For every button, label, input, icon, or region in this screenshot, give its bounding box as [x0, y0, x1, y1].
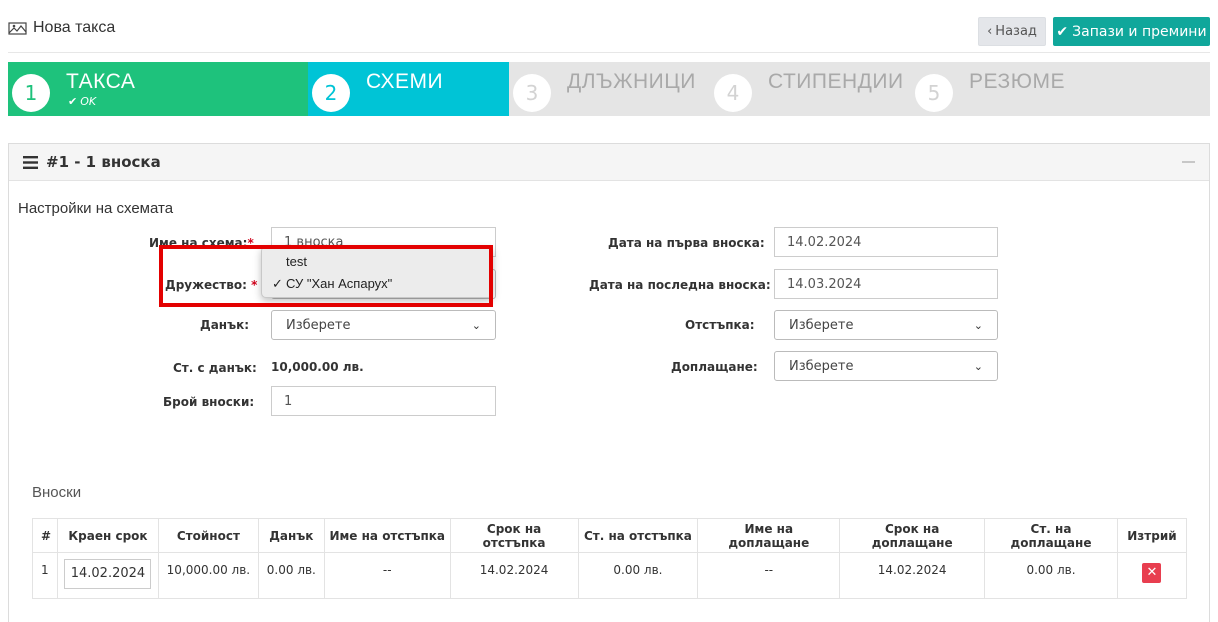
tax-cell: 0.00 лв. — [257, 552, 325, 599]
check-icon: ✔ — [1056, 23, 1069, 40]
surcharge-name-cell: -- — [697, 552, 841, 599]
discount-value-cell: 0.00 лв. — [577, 552, 699, 599]
panel-title: #1 - 1 вноска — [46, 153, 161, 171]
wizard-step-shemi[interactable]: 2 СХЕМИ — [308, 62, 509, 116]
page-title: Нова такса — [8, 19, 115, 37]
step-label: СХЕМИ — [366, 70, 444, 93]
discount-date-cell: 14.02.2024 — [449, 552, 579, 599]
step-number: 1 — [12, 74, 50, 112]
step-number: 5 — [915, 74, 953, 112]
surcharge-date-cell: 14.02.2024 — [839, 552, 986, 599]
wizard-step-rezyume[interactable]: 5 РЕЗЮМЕ — [911, 62, 1112, 116]
label-text: Брой вноски: — [163, 395, 255, 409]
label-text: Дата на последна вноска: — [589, 278, 771, 292]
image-icon — [8, 22, 27, 35]
step-label: ТАКСА — [66, 70, 136, 93]
step-number: 3 — [513, 74, 551, 112]
input-value: 1 — [284, 393, 293, 409]
installments-count-input[interactable]: 1 — [271, 386, 496, 416]
delete-icon[interactable]: ✕ — [1142, 563, 1162, 583]
value-cell: 10,000.00 лв. — [157, 552, 259, 599]
panel-header[interactable]: #1 - 1 вноска — [9, 144, 1209, 181]
deadline-input[interactable]: 14.02.2024 — [64, 559, 152, 589]
step-number: 4 — [714, 74, 752, 112]
price-with-tax-value: 10,000.00 лв. — [271, 360, 364, 374]
col-header: Срок на доплащане — [839, 518, 986, 553]
wizard-step-dlazhnici[interactable]: 3 ДЛЪЖНИЦИ — [509, 62, 710, 116]
installments-title: Вноски — [32, 484, 82, 501]
select-value: Изберете — [789, 358, 854, 374]
collapse-icon[interactable] — [1182, 161, 1195, 163]
divider — [8, 52, 1210, 53]
save-button-label: Запази и премини — [1072, 23, 1207, 40]
wizard-step-stipendii[interactable]: 4 СТИПЕНДИИ — [710, 62, 911, 116]
step-status-text: OK — [80, 95, 97, 108]
deadline-cell: 14.02.2024 — [56, 552, 159, 599]
discount-label: Отстъпка: — [685, 318, 755, 332]
highlight-annotation — [159, 245, 493, 307]
table-row: 1 14.02.2024 10,000.00 лв. 0.00 лв. -- 1… — [32, 552, 1188, 599]
chevron-left-icon: ‹ — [987, 24, 993, 39]
last-date-input[interactable]: 14.03.2024 — [774, 269, 998, 299]
label-text: Доплащане: — [671, 360, 758, 374]
col-header: Изтрий — [1116, 518, 1188, 553]
step-label: РЕЗЮМЕ — [969, 70, 1065, 93]
back-button[interactable]: ‹ Назад — [978, 17, 1046, 46]
check-icon: ✔ — [68, 95, 78, 108]
input-value: 14.02.2024 — [787, 234, 862, 250]
select-value: Изберете — [789, 317, 854, 333]
surcharge-value-cell: 0.00 лв. — [984, 552, 1118, 599]
col-header: Данък — [257, 518, 325, 553]
col-header: Ст. на отстъпка — [577, 518, 699, 553]
chevron-down-icon: ⌄ — [471, 318, 481, 332]
chevron-down-icon: ⌄ — [973, 359, 983, 373]
wizard-step-taksa[interactable]: 1 ТАКСА ✔ OK — [8, 62, 308, 116]
input-value: 14.03.2024 — [787, 276, 862, 292]
delete-cell: ✕ — [1116, 552, 1188, 599]
label-text: Ст. с данък: — [173, 361, 257, 375]
row-number: 1 — [32, 552, 58, 599]
label-text: Дата на първа вноска: — [608, 236, 765, 250]
discount-select[interactable]: Изберете ⌄ — [774, 310, 998, 340]
col-header: # — [32, 518, 58, 553]
last-date-label: Дата на последна вноска: — [589, 278, 771, 292]
label-text: Отстъпка: — [685, 318, 755, 332]
col-header: Срок на отстъпка — [449, 518, 579, 553]
select-value: Изберете — [286, 317, 351, 333]
step-label: ДЛЪЖНИЦИ — [567, 70, 696, 93]
back-button-label: Назад — [995, 24, 1037, 39]
page-title-text: Нова такса — [33, 19, 116, 36]
first-date-input[interactable]: 14.02.2024 — [774, 227, 998, 257]
installments-table: # Краен срок Стойност Данък Име на отстъ… — [32, 518, 1188, 599]
step-number: 2 — [312, 74, 350, 112]
scheme-panel: #1 - 1 вноска Настройки на схемата Име н… — [8, 143, 1210, 622]
tax-label: Данък: — [200, 318, 249, 332]
wizard-steps: 1 ТАКСА ✔ OK 2 СХЕМИ 3 ДЛЪЖНИЦИ 4 СТИПЕН… — [8, 62, 1210, 116]
save-and-continue-button[interactable]: ✔ Запази и премини — [1053, 17, 1210, 46]
tax-select[interactable]: Изберете ⌄ — [271, 310, 496, 340]
discount-name-cell: -- — [323, 552, 451, 599]
col-header: Ст. на доплащане — [984, 518, 1118, 553]
step-label: СТИПЕНДИИ — [768, 70, 904, 93]
first-date-label: Дата на първа вноска: — [608, 236, 765, 250]
col-header: Стойност — [157, 518, 259, 553]
table-header-row: # Краен срок Стойност Данък Име на отстъ… — [32, 518, 1188, 553]
col-header: Краен срок — [56, 518, 159, 553]
section-title: Настройки на схемата — [18, 200, 174, 217]
surcharge-select[interactable]: Изберете ⌄ — [774, 351, 998, 381]
step-status: ✔ OK — [68, 95, 96, 108]
installments-count-label: Брой вноски: — [163, 395, 254, 409]
col-header: Име на доплащане — [697, 518, 841, 553]
price-with-tax-label: Ст. с данък: — [173, 361, 257, 375]
label-text: Данък: — [200, 318, 250, 332]
chevron-down-icon: ⌄ — [973, 318, 983, 332]
col-header: Име на отстъпка — [323, 518, 451, 553]
menu-icon — [23, 155, 38, 169]
surcharge-label: Доплащане: — [671, 360, 758, 374]
